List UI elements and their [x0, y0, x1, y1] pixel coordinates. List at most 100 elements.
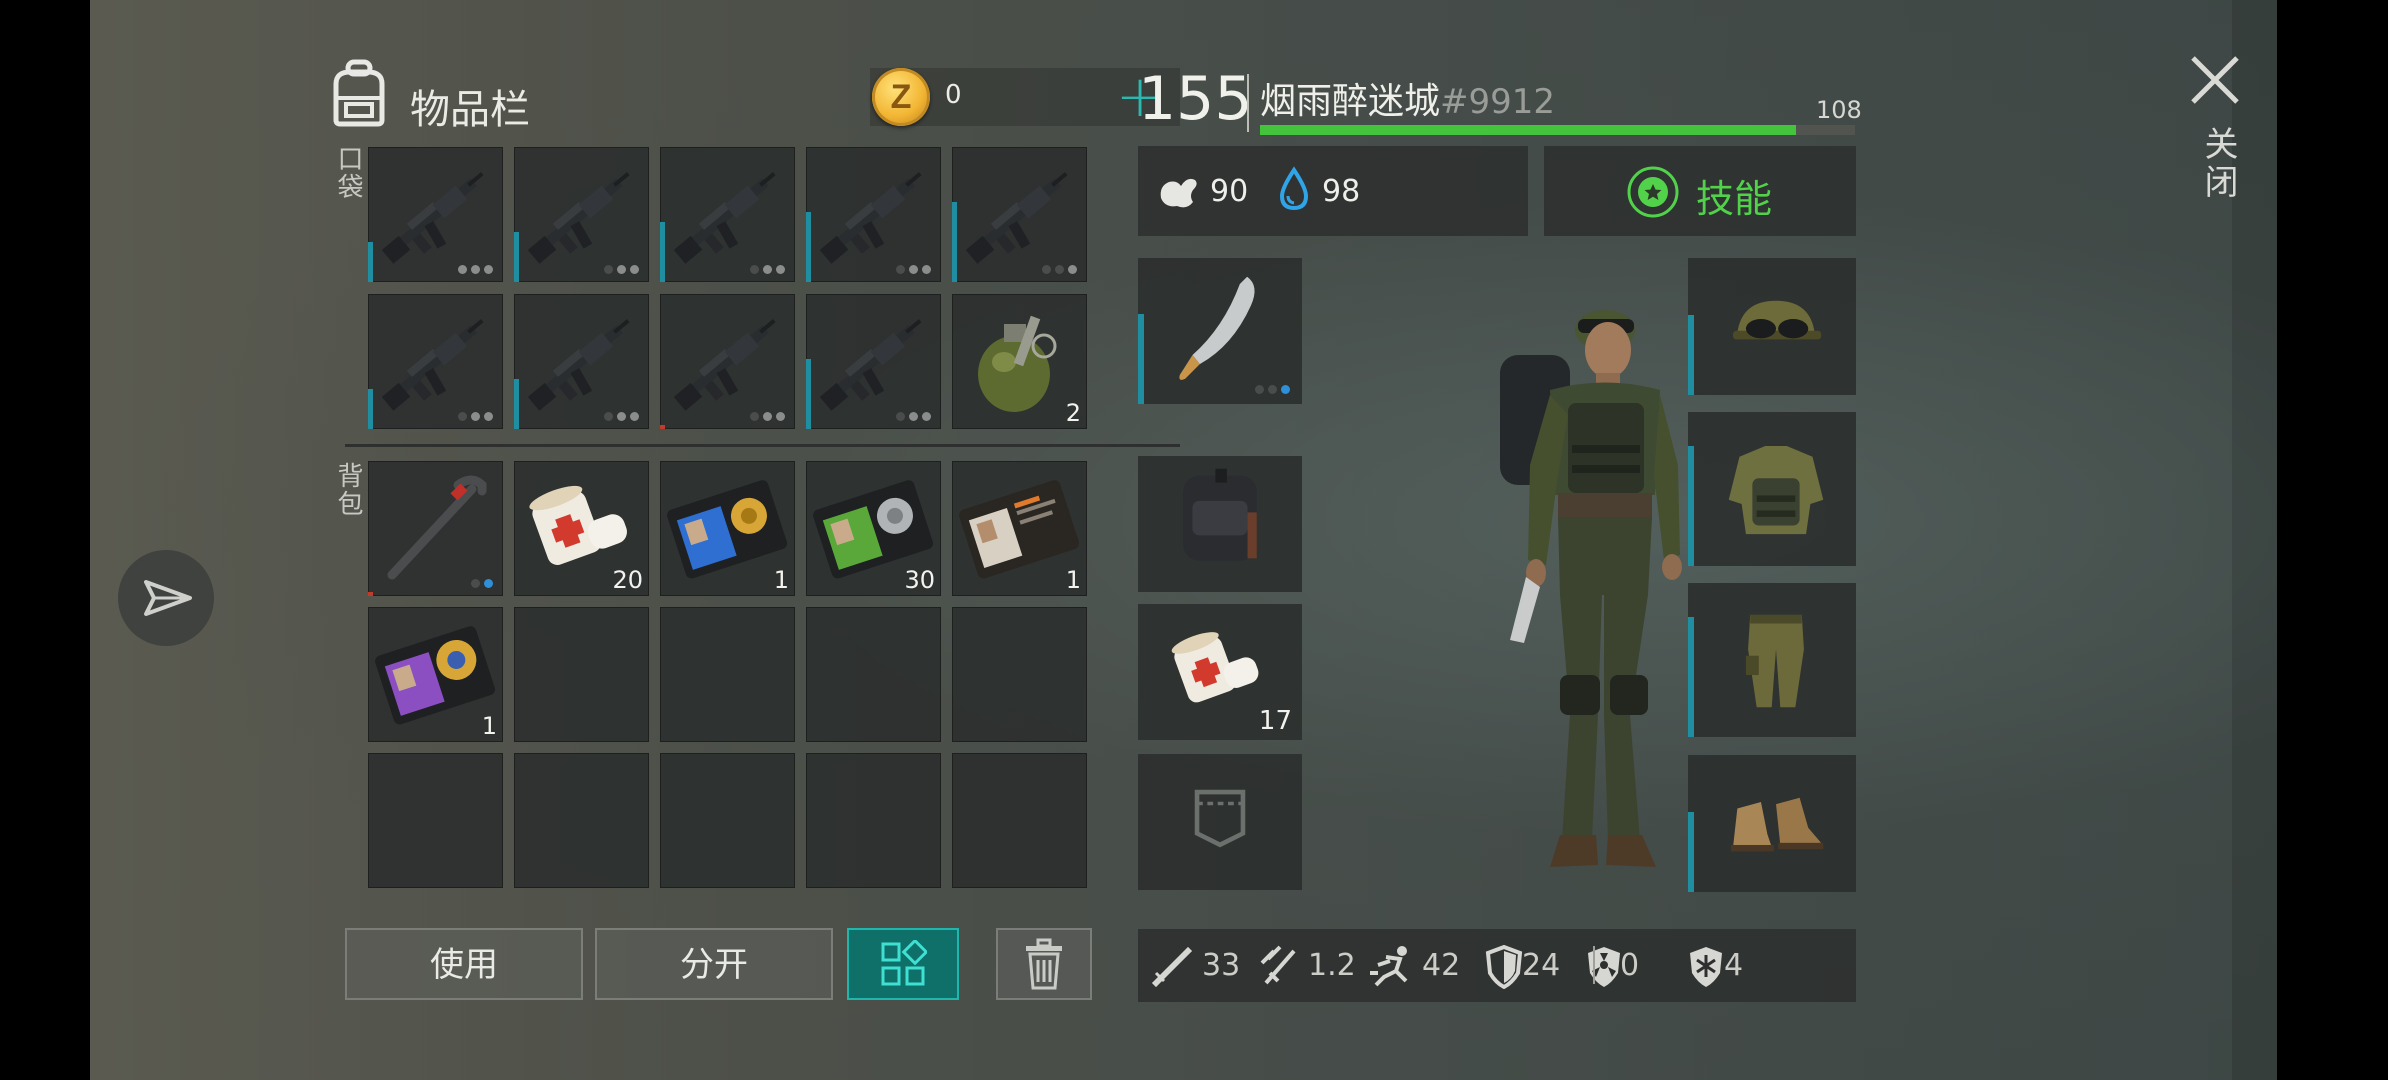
item-count: 20: [612, 566, 643, 594]
send-icon: [144, 580, 192, 616]
backpack-slot-empty[interactable]: [368, 753, 503, 888]
item-count: 2: [1065, 399, 1081, 427]
durability-bar: [368, 592, 373, 596]
pocket-slot-assault-rifle[interactable]: [952, 147, 1087, 282]
durability-bar: [806, 212, 811, 282]
attachment-dots: [896, 412, 931, 421]
inventory-title: 物品栏: [410, 87, 530, 133]
camo-armor-vest-icon: [1718, 422, 1834, 560]
share-button[interactable]: [118, 550, 214, 646]
assault-rifle-icon: [368, 294, 503, 429]
backpack-slot-empty[interactable]: [514, 607, 649, 742]
item-count: 17: [1258, 706, 1292, 736]
pocket-slot-assault-rifle[interactable]: [514, 294, 649, 429]
attachment-dots: [458, 265, 493, 274]
attack-speed-icon: [1258, 943, 1302, 993]
hunger-value: 90: [1210, 174, 1249, 209]
backpack-slot-police-badge-purple[interactable]: 1: [368, 607, 503, 742]
xp-value: 108: [1816, 96, 1862, 124]
pocket-label: 口袋: [333, 145, 363, 201]
leather-boots-icon: [1718, 765, 1834, 886]
grid-sort-icon: [881, 938, 929, 986]
assault-rifle-icon: [514, 294, 649, 429]
backpack-slot-crowbar[interactable]: [368, 461, 503, 596]
close-button[interactable]: 关闭: [2183, 48, 2247, 218]
crowbar-icon: [368, 461, 503, 596]
hunger-icon: [1155, 168, 1201, 214]
backpack-label: 背包: [333, 462, 363, 518]
pocket-slot-assault-rifle[interactable]: [368, 294, 503, 429]
attack-speed-value: 1.2: [1308, 948, 1356, 983]
player-name-text: 烟雨醉迷城: [1260, 81, 1441, 122]
backpack-slot-empty[interactable]: [806, 753, 941, 888]
durability-bar: [660, 222, 665, 282]
durability-bar: [660, 425, 665, 429]
assault-rifle-icon: [660, 147, 795, 282]
use-button[interactable]: 使用: [345, 928, 583, 1000]
pocket-slot-assault-rifle[interactable]: [806, 294, 941, 429]
cold-value: 4: [1724, 948, 1744, 983]
pocket-slot-assault-rifle[interactable]: [806, 147, 941, 282]
backpack-header-icon: [328, 58, 390, 128]
camo-cap-goggles-icon: [1718, 268, 1834, 389]
pocket-slot-assault-rifle[interactable]: [514, 147, 649, 282]
coin-count: 0: [945, 80, 962, 110]
equip-slot-machete[interactable]: [1138, 258, 1302, 404]
attachment-dots: [1042, 265, 1077, 274]
backpack-slot-empty[interactable]: [514, 753, 649, 888]
assault-rifle-icon: [368, 147, 503, 282]
assault-rifle-icon: [514, 147, 649, 282]
radiation-value: 0: [1620, 948, 1640, 983]
delete-button[interactable]: [996, 928, 1092, 1000]
empty-pocket-icon: [1158, 760, 1282, 874]
damage-value: 33: [1202, 948, 1241, 983]
equip-slot-bandage[interactable]: 17: [1138, 604, 1302, 740]
attachment-dots: [1255, 385, 1290, 394]
equip-slot-backpack[interactable]: [1138, 456, 1302, 592]
skills-label: 技能: [1696, 177, 1773, 221]
sort-button[interactable]: [847, 928, 959, 1000]
item-count: 1: [773, 566, 789, 594]
item-count: 30: [904, 566, 935, 594]
cold-icon: [1684, 943, 1728, 993]
split-button[interactable]: 分开: [595, 928, 833, 1000]
machete-icon: [1158, 264, 1278, 400]
attachment-dots: [750, 265, 785, 274]
durability-bar: [368, 242, 373, 282]
armor-value: 24: [1522, 948, 1561, 983]
backpack-slot-empty[interactable]: [660, 753, 795, 888]
backpack-slot-empty[interactable]: [952, 753, 1087, 888]
thirst-icon: [1276, 166, 1312, 212]
pocket-slot-assault-rifle[interactable]: [660, 147, 795, 282]
backpack-slot-police-badge-green[interactable]: 30: [806, 461, 941, 596]
pocket-slot-frag-grenade[interactable]: 2: [952, 294, 1087, 429]
backpack-slot-empty[interactable]: [806, 607, 941, 742]
xp-bar: [1260, 125, 1855, 135]
item-count: 1: [481, 712, 497, 740]
pocket-slot-assault-rifle[interactable]: [660, 294, 795, 429]
camo-pants-icon: [1718, 593, 1834, 731]
durability-bar: [806, 359, 811, 429]
pocket-slot-assault-rifle[interactable]: [368, 147, 503, 282]
player-character: [1480, 295, 1730, 875]
backpack-slot-empty[interactable]: [952, 607, 1087, 742]
backpack-slot-patrol-officer-id[interactable]: 1: [952, 461, 1087, 596]
equip-slot-empty-pocket[interactable]: [1138, 754, 1302, 890]
player-level: 155: [1138, 64, 1253, 134]
attachment-dots: [458, 412, 493, 421]
assault-rifle-icon: [952, 147, 1087, 282]
damage-icon: [1150, 943, 1194, 993]
backpack-slot-police-badge-blue[interactable]: 1: [660, 461, 795, 596]
game-background: 物品栏 Z 0 + 口袋 背包 2 20 1 30 1 1 使用 分开 155 …: [90, 0, 2277, 1080]
backpack-slot-empty[interactable]: [660, 607, 795, 742]
attachment-dots: [750, 412, 785, 421]
item-count: 1: [1065, 566, 1081, 594]
star-icon: [1626, 165, 1680, 219]
backpack-slot-bandage[interactable]: 20: [514, 461, 649, 596]
player-name: 烟雨醉迷城#9912: [1260, 72, 1555, 124]
attachment-dots: [604, 412, 639, 421]
trash-icon: [1026, 938, 1062, 990]
close-icon: [2191, 56, 2239, 104]
assault-rifle-icon: [806, 294, 941, 429]
speed-value: 42: [1422, 948, 1461, 983]
